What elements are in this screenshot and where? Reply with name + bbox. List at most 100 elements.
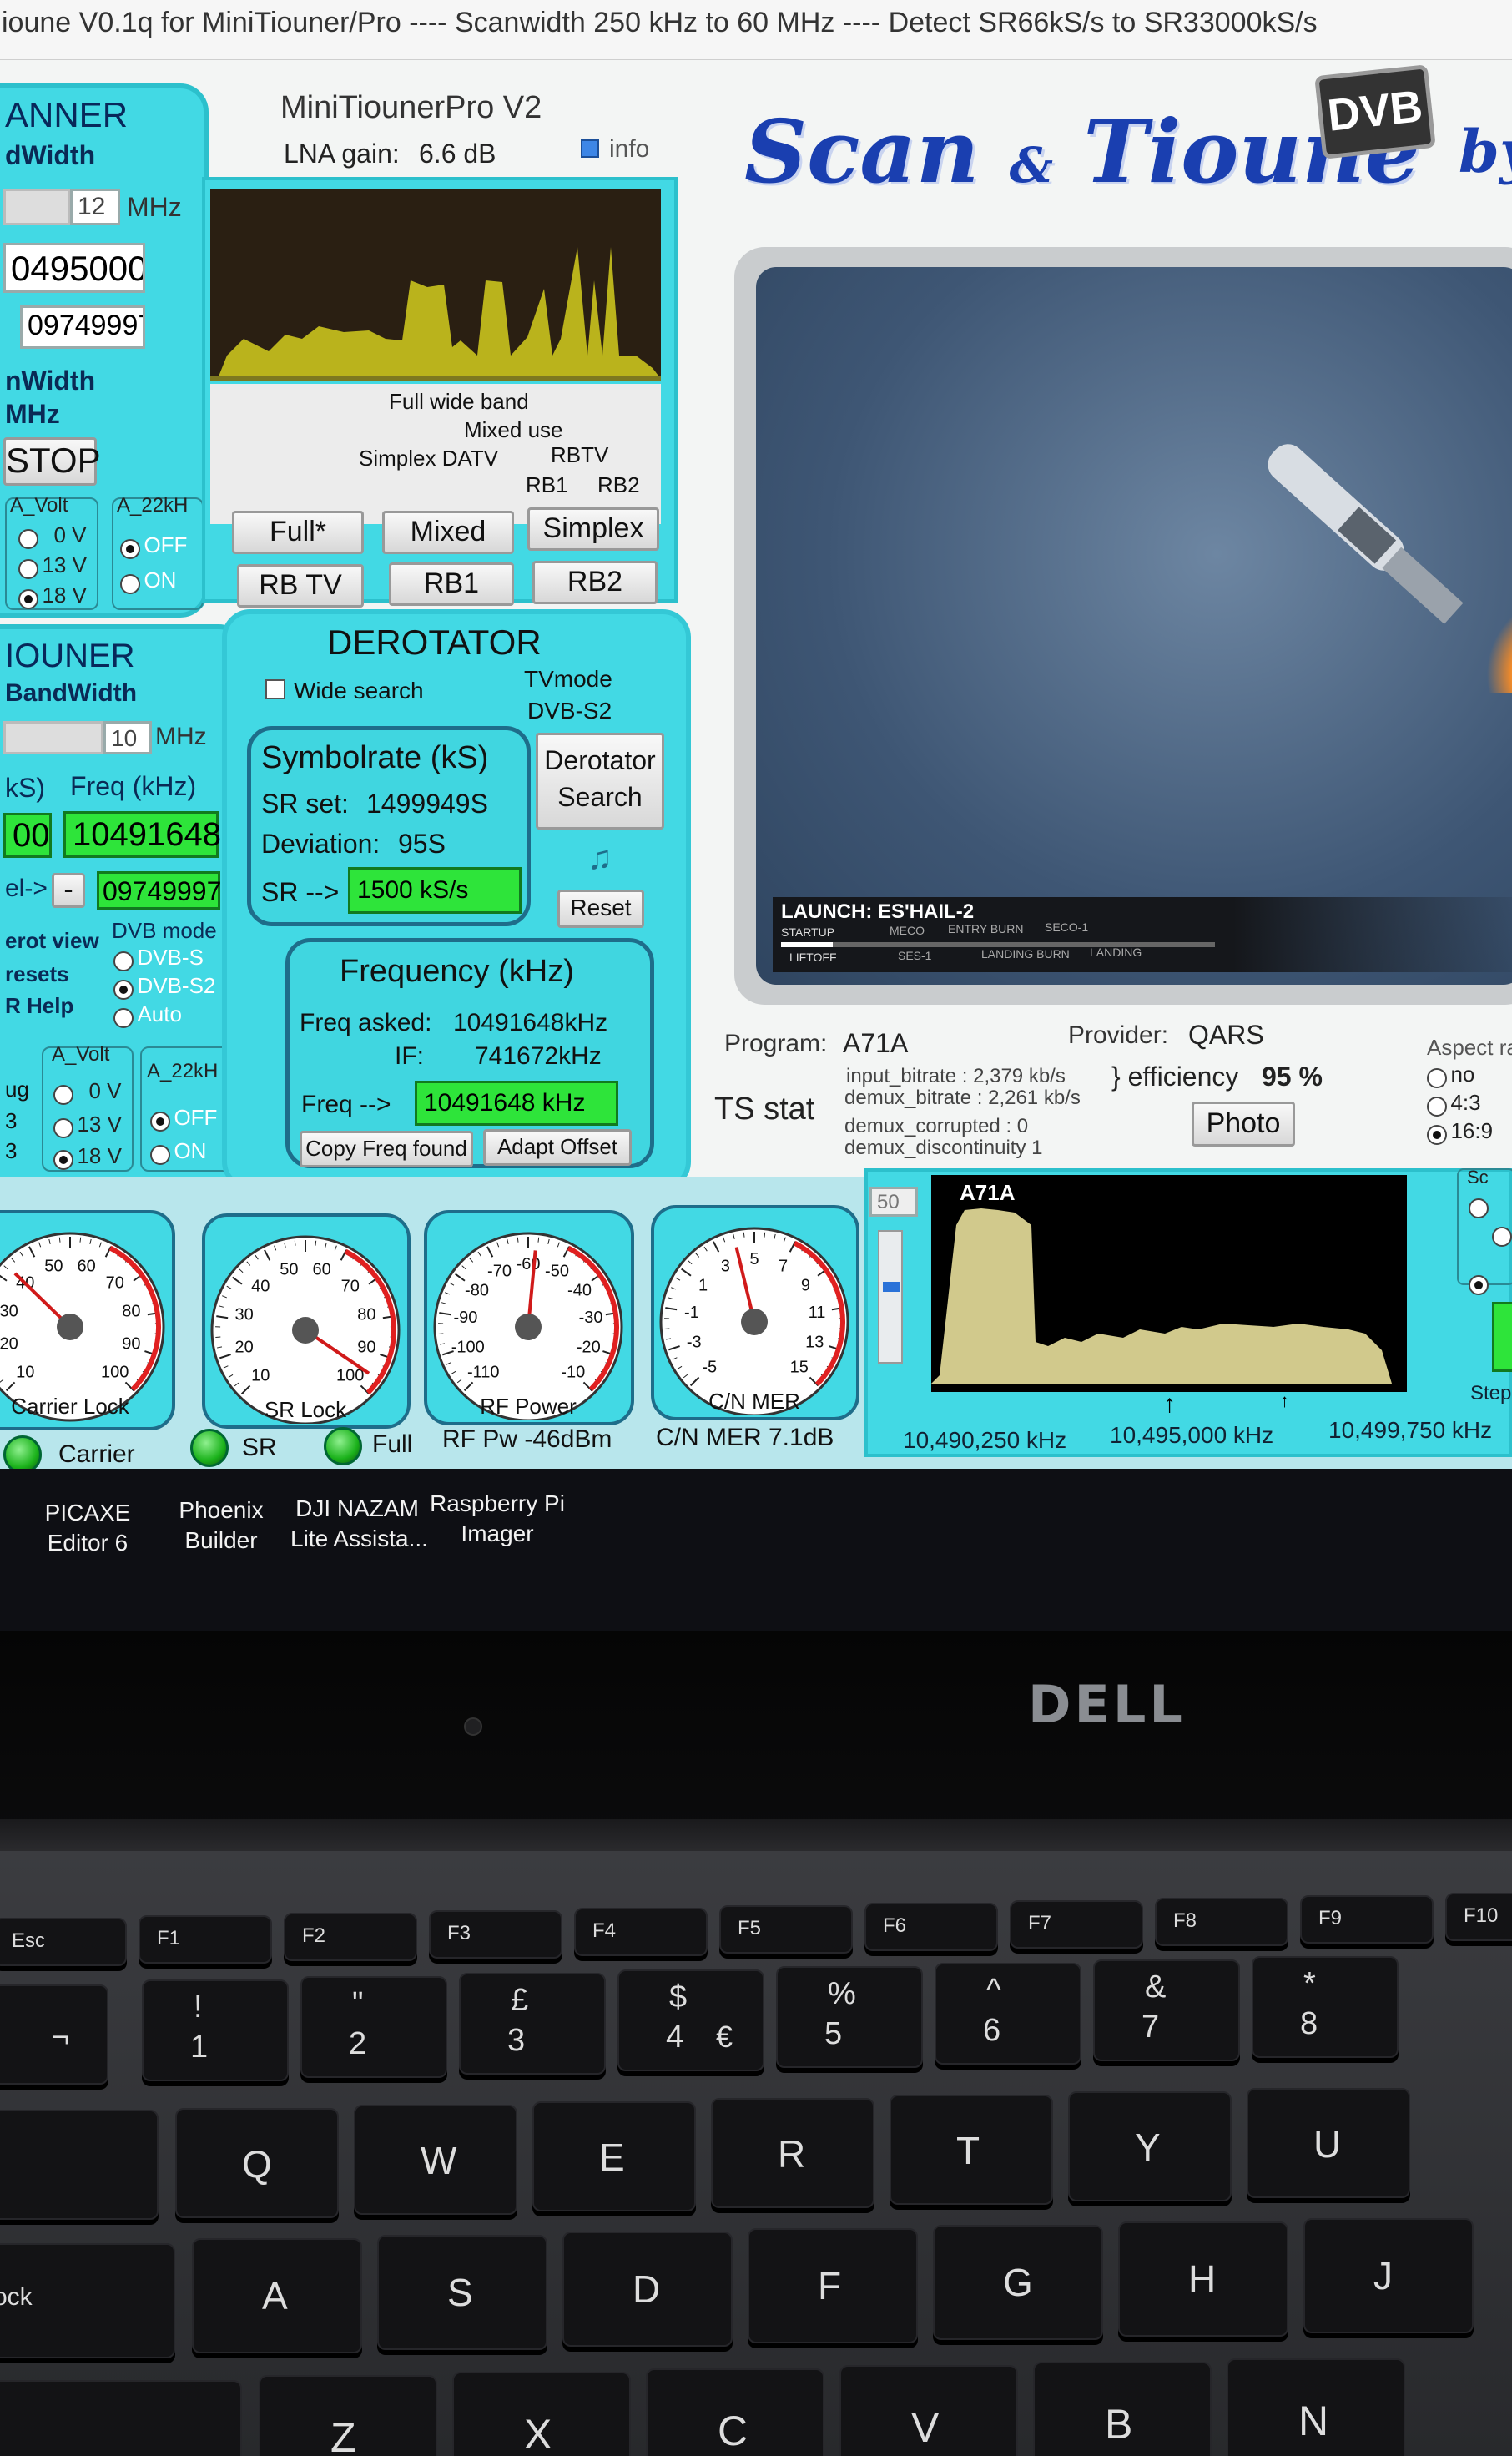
desktop-icon-picaxe[interactable]: PICAXE Editor 6 <box>42 1498 134 1558</box>
scanner-volt-13v-radio[interactable] <box>18 558 38 579</box>
info-checkbox[interactable] <box>581 139 599 158</box>
scanner-bandwidth-value[interactable]: 12 <box>70 189 120 225</box>
aspect-43-radio[interactable] <box>1427 1096 1447 1117</box>
tiouner-volt-0v-radio[interactable] <box>53 1084 73 1105</box>
key-q[interactable]: Q <box>175 2108 339 2218</box>
aspect-169-radio[interactable] <box>1427 1124 1447 1145</box>
key-6[interactable]: ^ 6 <box>935 1963 1081 2065</box>
key-f2[interactable]: F2 <box>284 1913 417 1961</box>
key-u[interactable]: U <box>1247 2088 1410 2198</box>
tiouner-22k-off-label: OFF <box>174 1105 218 1130</box>
derotator-search-button[interactable]: Derotator Search <box>536 733 664 830</box>
desktop-icon-raspberry-pi[interactable]: Raspberry Pi Imager <box>422 1489 572 1549</box>
tiouner-bandwidth-field[interactable] <box>3 721 103 754</box>
dvb-s-radio[interactable] <box>113 951 134 971</box>
key-caps[interactable]: ock <box>0 2243 175 2358</box>
band-rb2-button[interactable]: RB2 <box>532 561 658 604</box>
key-shift[interactable] <box>0 2380 242 2456</box>
key-1[interactable]: ! 1 <box>142 1979 289 2081</box>
tiouner-derot-view[interactable]: erot view <box>5 928 99 954</box>
key-f1[interactable]: F1 <box>139 1915 272 1964</box>
level-field[interactable]: 50 <box>869 1187 918 1217</box>
scanner-freq-offset[interactable]: 09749997 <box>20 305 145 349</box>
key-backtick[interactable]: ¬ <box>0 1984 108 2085</box>
reset-button[interactable]: Reset <box>557 890 644 928</box>
dvb-auto-radio[interactable] <box>113 1007 134 1028</box>
key-v[interactable]: V <box>839 2365 1018 2456</box>
scanner-22k-on-radio[interactable] <box>120 573 140 594</box>
key-j[interactable]: J <box>1303 2218 1474 2333</box>
band-simplex-button[interactable]: Simplex <box>527 507 659 551</box>
key-f1-label: F1 <box>157 1927 181 1949</box>
tiouner-presets[interactable]: resets <box>5 961 69 987</box>
tiouner-volt-18v-radio[interactable] <box>53 1149 73 1170</box>
stop-button[interactable]: STOP <box>3 437 101 486</box>
key-f6[interactable]: F6 <box>864 1903 998 1951</box>
key-f5[interactable]: F5 <box>719 1905 853 1954</box>
key-f4[interactable]: F4 <box>574 1908 708 1956</box>
scanner-volt-18v-radio[interactable] <box>18 588 38 609</box>
key-f10[interactable]: F10 <box>1445 1893 1512 1941</box>
key-g[interactable]: G <box>933 2225 1103 2340</box>
band-rb1-button[interactable]: RB1 <box>389 562 514 606</box>
key-w[interactable]: W <box>354 2105 517 2215</box>
key-c[interactable]: C <box>646 2368 824 2456</box>
key-f8[interactable]: F8 <box>1155 1898 1288 1946</box>
aspect-no-radio[interactable] <box>1427 1067 1447 1088</box>
copy-freq-button[interactable]: Copy Freq found <box>300 1131 473 1167</box>
band-full-button[interactable]: Full* <box>232 511 364 554</box>
key-n[interactable]: N <box>1227 2358 1405 2456</box>
scan-green-button[interactable] <box>1492 1302 1512 1372</box>
rf-power-readout: RF Pw -46dBm <box>442 1425 612 1453</box>
scan-option-3-radio[interactable] <box>1469 1275 1489 1295</box>
scanner-bandwidth-field[interactable] <box>3 189 70 225</box>
tiouner-offset-sign-button[interactable]: - <box>52 873 85 908</box>
key-z[interactable]: Z <box>259 2375 437 2456</box>
key-esc[interactable]: Esc <box>0 1918 127 1966</box>
tiouner-help[interactable]: R Help <box>5 993 73 1019</box>
level-slider[interactable] <box>878 1230 903 1364</box>
key-8[interactable]: * 8 <box>1252 1956 1399 2058</box>
adapt-offset-button[interactable]: Adapt Offset <box>483 1129 632 1166</box>
key-e[interactable]: E <box>532 2101 696 2211</box>
key-4[interactable]: $4 € <box>617 1969 764 2071</box>
scan-option-1-radio[interactable] <box>1469 1198 1489 1218</box>
scanner-freq-start[interactable]: 0495000 <box>3 243 145 293</box>
key-h[interactable]: H <box>1118 2221 1288 2337</box>
scanner-volt-0v-radio[interactable] <box>18 528 38 549</box>
key-tab[interactable] <box>0 2110 159 2220</box>
scan-option-2-radio[interactable] <box>1492 1227 1512 1247</box>
key-f3[interactable]: F3 <box>429 1910 562 1959</box>
tiouner-volt-13v-radio[interactable] <box>53 1117 73 1138</box>
key-3[interactable]: £3 <box>459 1973 606 2075</box>
scanner-22k-off-radio[interactable] <box>120 538 140 559</box>
tiouner-22k-on-radio[interactable] <box>150 1144 170 1165</box>
key-f7[interactable]: F7 <box>1010 1900 1143 1949</box>
key-r[interactable]: R <box>711 2098 874 2208</box>
photo-button[interactable]: Photo <box>1192 1102 1295 1147</box>
key-t[interactable]: T <box>890 2095 1053 2205</box>
tiouner-bandwidth-value[interactable]: 10 <box>103 721 152 754</box>
dvb-s2-radio[interactable] <box>113 979 134 1000</box>
key-f9[interactable]: F9 <box>1300 1895 1434 1944</box>
key-y[interactable]: Y <box>1068 2091 1232 2201</box>
band-mixed-button[interactable]: Mixed <box>382 511 514 554</box>
desktop-icon-dji-nazam[interactable]: DJI NAZAM Lite Assista... <box>290 1494 428 1554</box>
key-s[interactable]: S <box>377 2235 547 2350</box>
key-x[interactable]: X <box>452 2372 631 2456</box>
tiouner-22k-box: A_22kH OFF ON <box>140 1046 234 1172</box>
key-b[interactable]: B <box>1033 2362 1212 2456</box>
key-a[interactable]: A <box>192 2238 362 2353</box>
sr-lock-gauge: 10 20 30 40 50 60 70 80 90 100 SR Lock <box>202 1213 411 1429</box>
key-2[interactable]: " 2 <box>300 1976 447 2078</box>
desktop-icon-phoenix[interactable]: Phoenix Builder <box>167 1495 275 1556</box>
key-7[interactable]: & 7 <box>1093 1959 1240 2061</box>
key-5[interactable]: % 5 <box>776 1966 923 2068</box>
band-rbtv-button[interactable]: RB TV <box>237 564 364 608</box>
tiouner-22k-off-radio[interactable] <box>150 1111 170 1132</box>
wide-search-checkbox[interactable] <box>265 679 285 699</box>
efficiency-value: 95 % <box>1262 1062 1323 1092</box>
key-d[interactable]: D <box>562 2232 733 2347</box>
key-f[interactable]: F <box>748 2228 918 2343</box>
spectrum-plot <box>931 1175 1407 1392</box>
